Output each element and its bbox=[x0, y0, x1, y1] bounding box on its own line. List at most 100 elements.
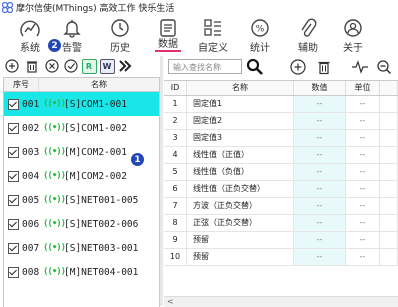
main-nav: 系统 告警 历史 数据 自定义 % 统计 辅助 关于 bbox=[0, 14, 398, 56]
checkbox[interactable] bbox=[8, 266, 19, 278]
device-row-008[interactable]: 008 ((•)) [M]NET004-001 bbox=[4, 260, 159, 284]
device-name: [S]NET003-001 bbox=[64, 242, 139, 254]
cell-name: 线性值（正值） bbox=[187, 147, 294, 163]
table-row[interactable]: 6 线性值（正负交替） -- -- bbox=[164, 181, 398, 198]
cell-name: 固定值2 bbox=[187, 113, 294, 129]
double-chevron-right-icon bbox=[119, 60, 132, 72]
read-r-icon: R bbox=[81, 58, 97, 74]
plus-circle-icon bbox=[5, 59, 19, 73]
nav-label-history: 历史 bbox=[110, 43, 130, 54]
nav-label-stats: 统计 bbox=[250, 43, 270, 54]
cell-value: -- bbox=[294, 232, 346, 248]
delete-point-button[interactable] bbox=[316, 59, 332, 78]
nav-custom[interactable]: 自定义 bbox=[193, 14, 233, 56]
layout-icon bbox=[204, 19, 221, 36]
table-row[interactable]: 10 预留 -- -- bbox=[164, 249, 398, 266]
cell-unit: -- bbox=[346, 232, 380, 248]
waveform-button[interactable] bbox=[351, 59, 369, 78]
device-row-006[interactable]: 006 ((•)) [S]NET002-006 bbox=[4, 212, 159, 236]
cell-name: 正弦（正负交替） bbox=[187, 215, 294, 231]
nav-label-custom: 自定义 bbox=[198, 43, 228, 54]
device-num: 005 bbox=[22, 194, 40, 206]
checkbox[interactable] bbox=[8, 218, 19, 230]
cell-id: 8 bbox=[164, 215, 187, 231]
table-row[interactable]: 8 正弦（正负交替） -- -- bbox=[164, 215, 398, 232]
horizontal-scrollbar[interactable]: < bbox=[164, 296, 398, 307]
device-row-007[interactable]: 007 ((•)) [S]NET003-001 bbox=[4, 236, 159, 260]
device-num: 003 bbox=[22, 146, 40, 158]
cell-extra bbox=[380, 164, 398, 180]
read-button[interactable]: R bbox=[80, 57, 98, 75]
device-name: [M]NET004-001 bbox=[64, 266, 139, 278]
data-table-header: ID 名称 数值 单位 bbox=[164, 81, 398, 96]
table-row[interactable]: 1 固定值1 -- -- bbox=[164, 96, 398, 113]
app-logo-icon bbox=[2, 1, 13, 13]
table-row[interactable]: 9 预留 -- -- bbox=[164, 232, 398, 249]
device-name: [M]COM2-001 bbox=[64, 146, 127, 158]
table-row[interactable]: 2 固定值2 -- -- bbox=[164, 113, 398, 130]
panel-splitter[interactable] bbox=[160, 56, 163, 306]
nav-about[interactable]: 关于 bbox=[333, 14, 373, 56]
nav-data[interactable]: 数据 bbox=[148, 14, 188, 56]
delete-device-button[interactable] bbox=[23, 57, 41, 75]
table-row[interactable]: 5 线性值（负值） -- -- bbox=[164, 164, 398, 181]
cell-value: -- bbox=[294, 113, 346, 129]
confirm-button[interactable] bbox=[62, 57, 80, 75]
table-row[interactable]: 3 固定值3 -- -- bbox=[164, 130, 398, 147]
device-row-002[interactable]: 002 ((•)) [S]COM1-002 bbox=[4, 116, 159, 140]
cell-value: -- bbox=[294, 198, 346, 214]
cancel-button[interactable] bbox=[43, 57, 61, 75]
cell-value: -- bbox=[294, 96, 346, 112]
signal-icon: ((•)) bbox=[43, 243, 66, 253]
add-device-button[interactable] bbox=[3, 57, 21, 75]
device-row-004[interactable]: 004 ((•)) [M]COM2-002 bbox=[4, 164, 159, 188]
nav-system[interactable]: 系统 bbox=[10, 14, 50, 56]
checkbox[interactable] bbox=[8, 170, 19, 182]
checkbox[interactable] bbox=[8, 194, 19, 206]
signal-icon: ((•)) bbox=[43, 123, 66, 133]
cell-name: 方波（正负交替） bbox=[187, 198, 294, 214]
x-circle-icon bbox=[45, 59, 59, 73]
cell-unit: -- bbox=[346, 164, 380, 180]
cell-name: 预留 bbox=[187, 232, 294, 248]
nav-assist[interactable]: 辅助 bbox=[288, 14, 328, 56]
cell-id: 2 bbox=[164, 113, 187, 129]
table-row[interactable]: 4 线性值（正值） -- -- bbox=[164, 147, 398, 164]
device-row-005[interactable]: 005 ((•)) [S]NET001-005 bbox=[4, 188, 159, 212]
add-point-button[interactable] bbox=[290, 59, 306, 78]
cell-id: 9 bbox=[164, 232, 187, 248]
cell-unit: -- bbox=[346, 147, 380, 163]
nav-label-data: 数据 bbox=[155, 39, 181, 52]
cell-name: 固定值1 bbox=[187, 96, 294, 112]
expand-button[interactable] bbox=[116, 57, 134, 75]
header-index: 序号 bbox=[4, 78, 39, 91]
chart-icon bbox=[20, 20, 40, 37]
checkbox[interactable] bbox=[8, 98, 19, 110]
table-row[interactable]: 7 方波（正负交替） -- -- bbox=[164, 198, 398, 215]
nav-history[interactable]: 历史 bbox=[100, 14, 140, 56]
search-input[interactable]: 输入查找名称 bbox=[168, 59, 242, 74]
cell-extra bbox=[380, 147, 398, 163]
check-circle-icon bbox=[64, 59, 78, 73]
device-row-001[interactable]: 001 ((•)) [S]COM1-001 bbox=[4, 92, 159, 116]
write-button[interactable]: W bbox=[98, 57, 116, 75]
header-name: 名称 bbox=[91, 80, 107, 89]
cell-extra bbox=[380, 181, 398, 197]
nav-label-about: 关于 bbox=[343, 43, 363, 54]
left-action-bar: R W bbox=[0, 56, 160, 76]
checkbox[interactable] bbox=[8, 122, 19, 134]
search-button[interactable] bbox=[246, 58, 264, 79]
cell-unit: -- bbox=[346, 198, 380, 214]
checkbox[interactable] bbox=[8, 146, 19, 158]
cell-value: -- bbox=[294, 130, 346, 146]
zoom-out-button[interactable] bbox=[376, 59, 392, 78]
cell-value: -- bbox=[294, 181, 346, 197]
cell-unit: -- bbox=[346, 215, 380, 231]
cell-name: 预留 bbox=[187, 249, 294, 265]
svg-text:%: % bbox=[256, 25, 265, 35]
nav-stats[interactable]: % 统计 bbox=[240, 14, 280, 56]
cell-id: 6 bbox=[164, 181, 187, 197]
cell-extra bbox=[380, 198, 398, 214]
header-id: ID bbox=[164, 81, 187, 95]
checkbox[interactable] bbox=[8, 242, 19, 254]
